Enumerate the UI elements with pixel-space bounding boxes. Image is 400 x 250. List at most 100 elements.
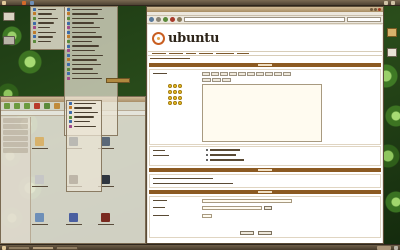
image-file-icon[interactable] [101, 213, 110, 222]
smiley-icon[interactable] [173, 101, 177, 106]
option-checkbox[interactable] [206, 159, 244, 161]
up-icon[interactable] [24, 103, 30, 109]
forward-icon[interactable] [156, 17, 161, 22]
volume-icon[interactable] [391, 0, 395, 5]
section-title [258, 169, 272, 171]
option-checkbox[interactable] [206, 154, 236, 156]
options-section-header [149, 168, 381, 172]
ubuntu-logo-icon[interactable] [152, 31, 165, 45]
taskbar-item[interactable] [56, 245, 78, 250]
url-bar[interactable] [184, 17, 345, 22]
taskbar-item[interactable] [8, 245, 30, 250]
home-icon[interactable] [177, 17, 182, 22]
folder-icon[interactable] [387, 28, 397, 37]
sidebar-item[interactable] [3, 136, 28, 141]
web-page: ubuntu [148, 25, 382, 243]
bbcode-button[interactable] [256, 72, 264, 76]
smiley-icon[interactable] [173, 95, 177, 100]
nav-link[interactable] [169, 52, 183, 55]
preview-button[interactable] [240, 231, 254, 235]
format-button[interactable] [212, 78, 221, 82]
reload-icon[interactable] [163, 17, 168, 22]
taskbar-item[interactable] [32, 245, 54, 250]
poll-length-field[interactable] [202, 214, 212, 218]
sidebar-item[interactable] [3, 118, 28, 123]
sidebar-item[interactable] [3, 148, 28, 153]
trash-icon[interactable] [394, 245, 398, 250]
smiley-icon[interactable] [173, 84, 177, 88]
poll-question-field[interactable] [202, 199, 292, 203]
smiley-icon[interactable] [178, 84, 182, 88]
smiley-icon[interactable] [178, 89, 182, 94]
sidebar-item[interactable] [3, 142, 28, 147]
drive-icon[interactable] [35, 175, 44, 184]
nav-link[interactable] [152, 52, 166, 55]
back-icon[interactable] [4, 103, 10, 109]
package-icon[interactable] [69, 213, 78, 222]
network-icon[interactable] [384, 0, 388, 5]
bbcode-buttons [202, 72, 291, 76]
smiley-icon[interactable] [168, 101, 172, 106]
browser-launcher-icon[interactable] [22, 0, 26, 5]
smiley-icon[interactable] [168, 95, 172, 100]
smiley-icon[interactable] [168, 84, 172, 88]
show-desktop-icon[interactable] [2, 245, 6, 250]
smiley-icon[interactable] [178, 95, 182, 100]
image-file-icon[interactable] [101, 175, 110, 184]
bbcode-button[interactable] [247, 72, 255, 76]
submenu-item[interactable] [67, 124, 101, 129]
maximize-icon[interactable] [374, 8, 377, 11]
search-box[interactable] [347, 17, 381, 22]
bbcode-button[interactable] [229, 72, 237, 76]
options-block [149, 146, 381, 166]
nav-link[interactable] [199, 52, 213, 55]
smiley-icon[interactable] [168, 89, 172, 94]
add-option-button[interactable] [264, 206, 272, 210]
bbcode-button[interactable] [283, 72, 291, 76]
sidebar-item[interactable] [3, 124, 28, 129]
bbcode-button[interactable] [211, 72, 219, 76]
poll-option-field[interactable] [202, 206, 262, 210]
nav-link[interactable] [216, 52, 234, 55]
forward-icon[interactable] [14, 103, 20, 109]
close-icon[interactable] [378, 8, 381, 11]
computer-icon[interactable] [3, 12, 15, 21]
submit-button[interactable] [258, 231, 272, 235]
image-file-icon[interactable] [101, 137, 110, 146]
menu-highlight-item[interactable] [106, 78, 130, 83]
sidebar-item[interactable] [3, 130, 28, 135]
home-icon[interactable] [54, 103, 60, 109]
stop-icon[interactable] [34, 103, 40, 109]
bbcode-button[interactable] [220, 72, 228, 76]
bbcode-button[interactable] [265, 72, 273, 76]
bbcode-button[interactable] [274, 72, 282, 76]
breadcrumb-link[interactable] [150, 57, 190, 60]
option-checkbox[interactable] [206, 149, 240, 151]
file-label [66, 224, 82, 226]
network-icon[interactable] [35, 213, 44, 222]
ubuntu-menu-icon[interactable] [2, 0, 6, 5]
smiley-icon[interactable] [173, 89, 177, 94]
message-textarea[interactable] [202, 84, 322, 142]
menu-item[interactable] [31, 39, 67, 44]
folder-icon[interactable] [35, 137, 44, 146]
post-section-header [149, 63, 381, 67]
bbcode-button[interactable] [202, 72, 210, 76]
format-button[interactable] [222, 78, 231, 82]
smiley-icon[interactable] [178, 101, 182, 106]
nav-link[interactable] [186, 52, 196, 55]
ubuntu-logo-text[interactable]: ubuntu [168, 31, 219, 46]
reload-icon[interactable] [44, 103, 50, 109]
form-label [153, 73, 167, 75]
document-icon[interactable] [387, 48, 397, 57]
back-icon[interactable] [149, 17, 154, 22]
firefox-window[interactable]: ubuntu [146, 6, 384, 244]
trash-icon[interactable] [3, 36, 15, 45]
mail-launcher-icon[interactable] [30, 0, 34, 5]
minimize-icon[interactable] [370, 8, 373, 11]
workspace-switcher-icon[interactable] [377, 245, 391, 250]
stop-icon[interactable] [170, 17, 175, 22]
format-button[interactable] [202, 78, 211, 82]
bbcode-button[interactable] [238, 72, 246, 76]
nav-link[interactable] [237, 52, 249, 55]
